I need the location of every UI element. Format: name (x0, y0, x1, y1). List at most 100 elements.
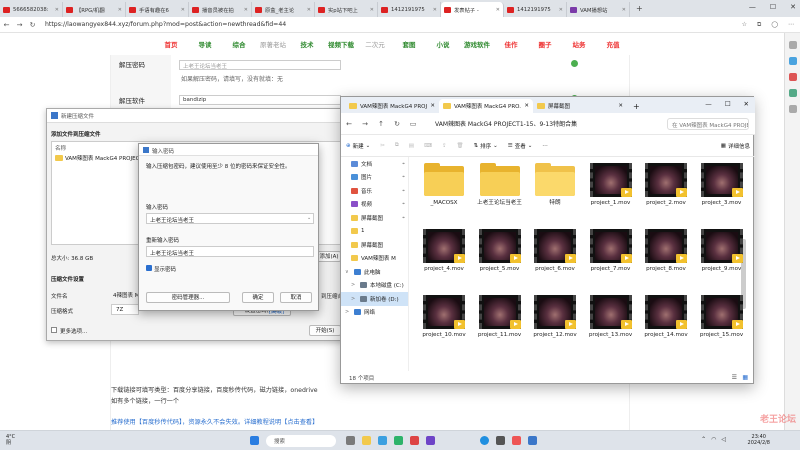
browser-tab[interactable]: 1412191975 ✕ (378, 2, 441, 17)
copy-icon[interactable]: ⧉ (390, 142, 404, 149)
file-item[interactable]: project_10.mov (419, 295, 469, 339)
close-button[interactable]: ✕ (790, 3, 796, 11)
file-item[interactable]: project_13.mov (586, 295, 636, 339)
nav-item[interactable]: 图片 ⌖ (341, 171, 408, 185)
app-icon[interactable] (410, 436, 419, 445)
forum-nav-item[interactable]: 游戏软件 (460, 39, 494, 49)
browser-tab[interactable]: 原盒_老主论 ✕ (252, 2, 315, 17)
volume-icon[interactable]: ◁ (721, 436, 726, 443)
maximize-button[interactable]: ☐ (725, 100, 731, 108)
expand-icon[interactable]: ∨ (345, 269, 351, 275)
recommend-link[interactable]: 推荐使用【百度秒传代码】，资源永久不会失效。详细教程说明【点击查看】 (111, 417, 318, 426)
profile-icon[interactable]: ◯ (771, 21, 778, 29)
clock[interactable]: 23:40 2024/2/8 (748, 434, 770, 446)
reenter-password-input[interactable]: 上老王论坛当老王 (146, 246, 314, 257)
tiles-view-icon[interactable]: ▦ (742, 374, 748, 381)
more-options-label[interactable]: 更多选项... (60, 327, 87, 335)
app-icon[interactable] (512, 436, 521, 445)
nav-item[interactable]: > 新加卷 (D:) (341, 292, 408, 306)
show-password-checkbox[interactable] (146, 265, 152, 271)
explorer-tab[interactable]: 屏幕截图 ✕ (533, 99, 627, 113)
explorer-tab[interactable]: VAM辣图表 MackG4 PROJ ✕ (345, 99, 439, 113)
close-tab-icon[interactable]: ✕ (618, 103, 623, 109)
unzip-pwd-input[interactable]: 上老王论坛当老王 (179, 60, 341, 70)
start-button[interactable]: 开始(S) (309, 325, 341, 336)
close-tab-icon[interactable]: ✕ (244, 7, 248, 13)
file-item[interactable]: 特朗 (530, 163, 580, 207)
up-icon[interactable]: ↑ (373, 120, 389, 128)
name-column-header[interactable]: 名称 (55, 144, 66, 152)
close-tab-icon[interactable]: ✕ (559, 7, 563, 13)
browser-tab[interactable]: 1412191975 ✕ (504, 2, 567, 17)
details-button[interactable]: ▦ 详细信息 (716, 142, 755, 150)
tools-icon[interactable] (788, 89, 797, 97)
close-tab-icon[interactable]: ✕ (118, 7, 122, 13)
forum-nav-item[interactable]: 技术 (290, 39, 324, 49)
copilot-icon[interactable] (788, 57, 797, 65)
close-tab-icon[interactable]: ✕ (55, 7, 59, 13)
sort-button[interactable]: ⇅ 排序 ⌄ (469, 142, 503, 150)
monitor-icon[interactable]: ▭ (405, 120, 421, 128)
wifi-icon[interactable]: ◠ (711, 436, 716, 443)
add-button[interactable]: 添加(A) (317, 251, 341, 262)
app-icon[interactable] (426, 436, 435, 445)
nav-item[interactable]: 屏幕截图 (341, 238, 408, 252)
app-icon[interactable] (528, 436, 537, 445)
close-tab-icon[interactable]: ✕ (307, 7, 311, 13)
close-tab-icon[interactable]: ✕ (430, 103, 435, 109)
file-item[interactable]: project_2.mov (641, 163, 691, 207)
expand-icon[interactable]: > (351, 296, 357, 302)
explorer-tab[interactable]: VAM辣图表 MackG4 PRO. ✕ (439, 99, 533, 113)
nav-item[interactable]: 音乐 ⌖ (341, 184, 408, 198)
url-input[interactable]: https://laowangyex844.xyz/forum.php?mod=… (45, 21, 286, 28)
breadcrumb[interactable]: VAM辣图表 MackG4 PROJECT1-15、9-13特朗合集 (435, 119, 635, 128)
share-icon[interactable]: ⇪ (437, 143, 452, 149)
nav-item[interactable]: ∨ 此电脑 (341, 265, 408, 279)
close-tab-icon[interactable]: ✕ (181, 7, 185, 13)
explorer-search-input[interactable]: 在 VAM辣图表 MackG4 PROJE (667, 118, 749, 130)
close-tab-icon[interactable]: ✕ (496, 7, 500, 13)
enter-password-input[interactable]: 上老王论坛当老王 (146, 213, 314, 224)
file-item[interactable]: project_3.mov (697, 163, 747, 207)
more-icon[interactable]: ⋯ (788, 21, 794, 29)
forum-nav-item[interactable]: 充值 (596, 39, 630, 49)
forum-nav-item[interactable]: 导读 (188, 39, 222, 49)
forum-nav-item[interactable]: 套图 (392, 39, 426, 49)
refresh-icon[interactable]: ↻ (26, 21, 39, 29)
browser-tab[interactable]: 手语有趣在6 ✕ (126, 2, 189, 17)
browser-tab[interactable]: VAM播想站 ✕ (567, 2, 630, 17)
nav-item[interactable]: > 本地磁盘 (C:) (341, 279, 408, 293)
close-tab-icon[interactable]: ✕ (622, 7, 626, 13)
nav-item[interactable]: 1 (341, 225, 408, 239)
shopping-icon[interactable] (788, 73, 797, 81)
password-manager-button[interactable]: 密码管理器... (146, 292, 230, 303)
file-item[interactable]: project_9.mov (697, 229, 747, 273)
file-item[interactable]: project_1.mov (586, 163, 636, 207)
details-view-icon[interactable]: ☰ (732, 374, 737, 381)
minimize-button[interactable]: — (705, 100, 712, 108)
browser-tab[interactable]: 实p站下吧上 ✕ (315, 2, 378, 17)
unzip-sw-input[interactable]: bandizip (179, 95, 341, 105)
taskbar-search[interactable]: 搜索 (266, 435, 336, 447)
weather-widget[interactable]: 4°C 阴 (6, 434, 15, 446)
new-tab-button[interactable]: + (627, 102, 646, 113)
nav-item[interactable]: > 网络 (341, 306, 408, 320)
browser-tab[interactable]: 【RPG/机翻 ✕ (63, 2, 126, 17)
chevron-down-icon[interactable]: ⌄ (307, 215, 311, 221)
store-icon[interactable] (378, 436, 387, 445)
start-icon[interactable] (250, 436, 259, 445)
nav-item[interactable]: 视频 ⌖ (341, 198, 408, 212)
forum-nav-item[interactable]: 圈子 (528, 39, 562, 49)
nav-item[interactable]: 文档 ⌖ (341, 157, 408, 171)
file-item[interactable]: project_8.mov (641, 229, 691, 273)
maximize-button[interactable]: ☐ (770, 3, 776, 11)
refresh-icon[interactable]: ↻ (389, 120, 405, 128)
close-tab-icon[interactable]: ✕ (433, 7, 437, 13)
cut-icon[interactable]: ✂ (375, 143, 390, 149)
browser-tab[interactable]: 5666582038: ✕ (0, 2, 63, 17)
view-button[interactable]: ☰ 查看 ⌄ (503, 142, 538, 150)
app-icon[interactable] (394, 436, 403, 445)
file-item[interactable]: 上老王论坛当老王 (475, 163, 525, 207)
task-view-icon[interactable] (346, 436, 355, 445)
new-tab-button[interactable]: + (630, 4, 649, 13)
